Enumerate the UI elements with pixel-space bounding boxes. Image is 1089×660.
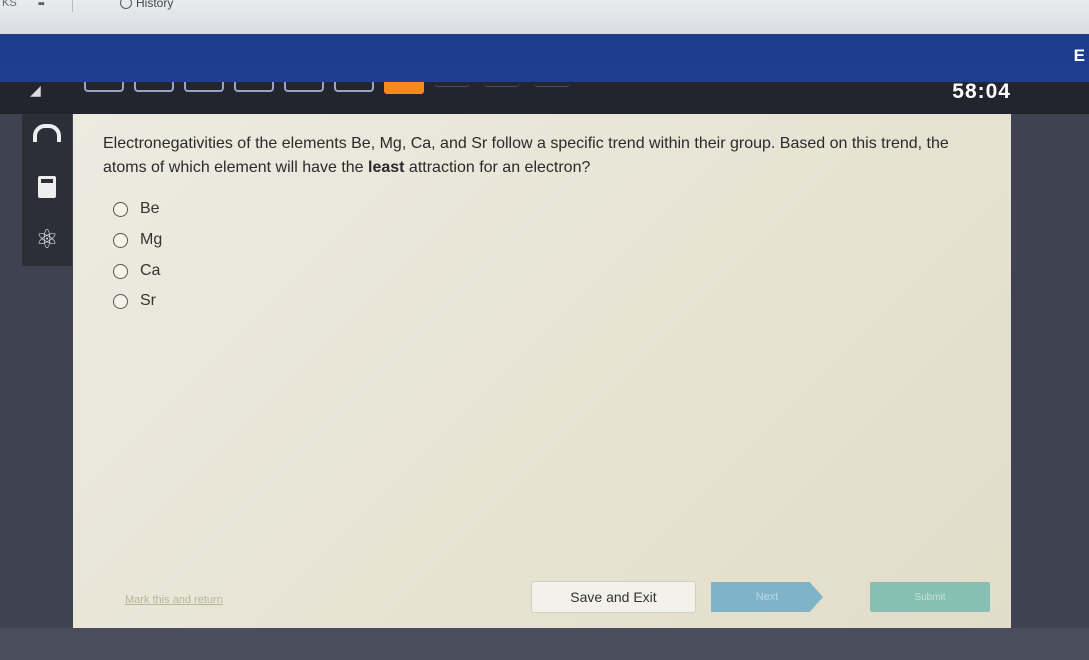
radio-button[interactable] [113, 293, 128, 309]
history-icon [120, 0, 132, 9]
choice-label: Ca [140, 262, 161, 279]
answer-choice-mg[interactable]: Mg [113, 231, 162, 249]
app-header: E [0, 34, 1089, 82]
question-text: Electronegativities of the elements Be, … [103, 132, 993, 180]
step-marker[interactable] [234, 82, 274, 92]
screen-bottom-edge [0, 628, 1089, 660]
mark-and-return-link[interactable]: Mark this and return [125, 594, 223, 606]
radio-button[interactable] [113, 263, 128, 279]
next-button[interactable]: Next [711, 582, 823, 612]
submit-button[interactable]: Submit [870, 582, 990, 612]
step-marker[interactable] [534, 82, 570, 87]
history-button[interactable]: History [120, 0, 173, 10]
step-marker[interactable] [284, 82, 324, 92]
choice-label: Be [140, 200, 160, 217]
pen-icon[interactable]: ◢ [30, 82, 41, 99]
answer-choice-be[interactable]: Be [113, 200, 160, 218]
headphones-button[interactable] [32, 118, 62, 148]
step-marker[interactable] [334, 82, 374, 92]
timer: 58:04 [952, 80, 1011, 103]
step-marker[interactable] [484, 82, 520, 87]
question-emphasis: least [368, 159, 405, 176]
calculator-button[interactable] [32, 172, 62, 202]
radio-button[interactable] [113, 201, 128, 217]
question-panel: Electronegativities of the elements Be, … [73, 114, 1011, 628]
radio-button[interactable] [113, 232, 128, 248]
tool-rail: ⚛ [22, 114, 72, 266]
step-marker[interactable] [184, 82, 224, 92]
atom-icon: ⚛ [35, 224, 59, 254]
step-marker[interactable] [434, 82, 470, 87]
answer-choice-sr[interactable]: Sr [113, 292, 156, 310]
step-marker[interactable] [134, 82, 174, 92]
browser-left-label: KS [2, 0, 17, 9]
toolbar-divider [72, 0, 73, 12]
choice-label: Sr [140, 292, 156, 309]
header-corner-text: E [1073, 46, 1085, 65]
history-label: History [136, 0, 174, 10]
progress-strip: ◢ 58:04 [0, 80, 1089, 114]
choice-label: Mg [140, 231, 163, 248]
answer-choice-ca[interactable]: Ca [113, 262, 160, 280]
save-and-exit-button[interactable]: Save and Exit [531, 581, 696, 613]
question-text-part: attraction for an electron? [404, 159, 591, 176]
periodic-table-button[interactable]: ⚛ [32, 224, 62, 254]
step-marker[interactable] [84, 82, 124, 92]
apps-grid-icon[interactable]: ▪▪ [38, 0, 45, 10]
step-marker-current[interactable] [384, 82, 424, 94]
calculator-icon [38, 176, 56, 198]
browser-toolbar: KS ▪▪ History [0, 0, 1089, 34]
headphones-icon [33, 124, 61, 142]
